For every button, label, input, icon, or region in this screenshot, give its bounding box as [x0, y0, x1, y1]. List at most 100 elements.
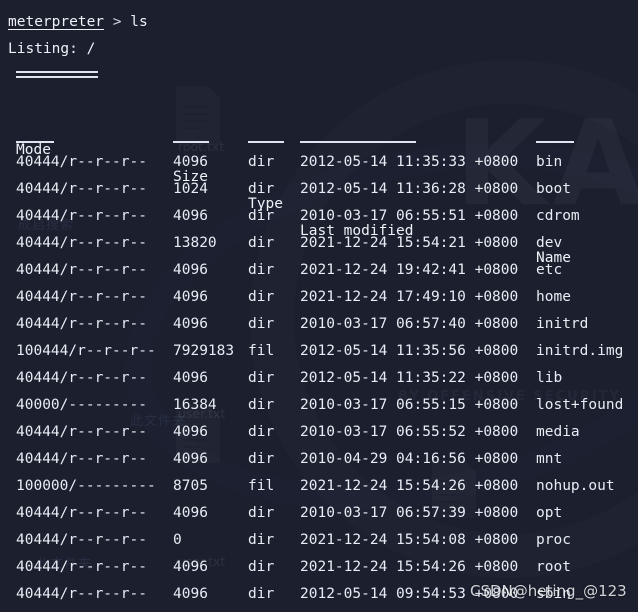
cell-size: 4096 [173, 262, 208, 278]
table-row: 40444/r--r--r-- 4096 dir 2021-12-24 15:54:2… [8, 554, 638, 581]
cell-last-modified: 2010-03-17 06:57:39 +0800 [300, 505, 519, 521]
cell-name: initrd.img [536, 343, 624, 359]
cell-mode: 40444/r--r--r-- [16, 608, 147, 612]
cell-last-modified: 2021-12-24 19:42:41 +0800 [300, 262, 519, 278]
cell-size: 4096 [173, 289, 208, 305]
cell-last-modified: 2012-05-14 11:35:33 +0800 [300, 154, 519, 170]
cell-last-modified: 2012-05-14 11:35:22 +0800 [300, 370, 519, 386]
table-row: 40444/r--r--r-- 4096 dir 2021-12-24 19:42:4… [8, 257, 638, 284]
file-listing-rows: 40444/r--r--r-- 4096 dir 2012-05-14 11:35:3… [8, 149, 638, 612]
entered-command: ls [130, 14, 148, 30]
cell-mode: 40444/r--r--r-- [16, 559, 147, 575]
table-row: 40444/r--r--r-- 4096 dir 2010-03-17 06:57:4… [8, 311, 638, 338]
cell-name: boot [536, 181, 571, 197]
cell-size: 4096 [173, 505, 208, 521]
cell-last-modified: 2010-03-17 06:57:40 +0800 [300, 316, 519, 332]
cell-name: media [536, 424, 580, 440]
cell-name: mnt [536, 451, 563, 467]
cell-mode: 40444/r--r--r-- [16, 424, 147, 440]
table-row: 100444/r--r--r-- 7929183 fil 2012-05-14 11:… [8, 338, 638, 365]
cell-mode: 100444/r--r--r-- [16, 343, 156, 359]
cell-size: 7929183 [173, 343, 235, 359]
cell-size: 4096 [173, 586, 208, 602]
cell-size: 4096 [173, 451, 208, 467]
cell-type: dir [248, 316, 275, 332]
underline-size [173, 141, 209, 143]
prompt-line[interactable]: meterpreter > ls [8, 9, 638, 36]
cell-type: dir [248, 181, 275, 197]
cell-mode: 40444/r--r--r-- [16, 532, 147, 548]
cell-size: 16384 [173, 397, 217, 413]
underline-mode [16, 141, 54, 143]
table-row: 40444/r--r--r-- 4096 dir 2010-03-17 06:55:5… [8, 419, 638, 446]
table-row: 100000/--------- 8705 fil 2021-12-24 15:54:… [8, 473, 638, 500]
cell-mode: 40000/--------- [16, 397, 147, 413]
cell-name: proc [536, 532, 571, 548]
table-row: 40444/r--r--r-- 4096 dir 2012-05-14 11:35:2… [8, 365, 638, 392]
cell-last-modified: 2010-03-17 06:57:38 +0800 [300, 608, 518, 612]
cell-size: 0 [173, 532, 182, 548]
cell-type: dir [248, 289, 275, 305]
cell-name: home [536, 289, 571, 305]
cell-name: dev [536, 235, 563, 251]
cell-size: 4096 [173, 208, 208, 224]
cell-mode: 40444/r--r--r-- [16, 505, 147, 521]
underline-name [536, 141, 574, 143]
scrolled-partial-line: [*] [*] Meterpreter session 1 opened [8, 0, 638, 9]
table-row: 40444/r--r--r-- 4096 dir 2010-04-29 04:16:5… [8, 446, 638, 473]
prompt-separator: > [112, 14, 122, 30]
cell-last-modified: 2021-12-24 17:49:10 +0800 [300, 289, 519, 305]
cell-mode: 40444/r--r--r-- [16, 289, 147, 305]
cell-name: lost+found [536, 397, 624, 413]
underline-type [248, 141, 284, 143]
cell-type: dir [248, 235, 275, 251]
cell-last-modified: 2010-04-29 04:16:56 +0800 [300, 451, 519, 467]
csdn-watermark: CSDN@heting_@123 [470, 582, 627, 600]
cell-name: root [536, 559, 571, 575]
cell-last-modified: 2010-03-17 06:55:15 +0800 [300, 397, 519, 413]
cell-last-modified: 2010-03-17 06:55:51 +0800 [300, 208, 519, 224]
cell-type: dir [248, 262, 275, 278]
cell-type: dir [248, 424, 275, 440]
cell-mode: 40444/r--r--r-- [16, 208, 147, 224]
table-row: 40444/r--r--r-- 4096 dir 2010-03-17 06:57:3… [8, 500, 638, 527]
cell-mode: 40444/r--r--r-- [16, 154, 147, 170]
cell-mode: 40444/r--r--r-- [16, 181, 147, 197]
table-row: 40444/r--r--r-- 4096 dir 2010-03-17 06:55:5… [8, 203, 638, 230]
prompt-host-label: meterpreter [8, 14, 105, 30]
table-row: 40444/r--r--r-- 0 dir 2021-12-24 15:54:08 +… [8, 527, 638, 554]
cell-mode: 40444/r--r--r-- [16, 451, 147, 467]
cell-size: 4096 [173, 608, 208, 612]
table-row: 40444/r--r--r-- 13820 dir 2021-12-24 15:54:… [8, 230, 638, 257]
cell-type: dir [248, 532, 275, 548]
column-header-row: Mode Size Type Last modified Name [8, 110, 638, 266]
terminal-window: KALI BY OFFENSIVE SECURITY 成启搜索 此文件夹 此文件… [0, 0, 638, 612]
cell-type: dir [248, 208, 275, 224]
listing-double-rule [8, 63, 638, 90]
cell-type: dir [248, 154, 275, 170]
cell-type: fil [248, 478, 275, 494]
cell-size: 8705 [173, 478, 208, 494]
table-row: 40444/r--r--r-- 4096 dir 2012-05-14 11:35:3… [8, 149, 638, 176]
cell-type: fil [248, 343, 275, 359]
terminal-output[interactable]: [*] [*] Meterpreter session 1 opened met… [0, 0, 638, 612]
cell-mode: 40444/r--r--r-- [16, 316, 147, 332]
cell-name: bin [536, 154, 563, 170]
table-row: 40000/--------- 16384 dir 2010-03-17 06:55:… [8, 392, 638, 419]
cell-type: dir [248, 505, 275, 521]
cell-last-modified: 2021-12-24 15:54:08 +0800 [300, 532, 519, 548]
column-header-underlines [8, 137, 638, 149]
cell-name: nohup.out [536, 478, 615, 494]
cell-size: 4096 [173, 154, 208, 170]
cell-size: 4096 [173, 424, 208, 440]
cell-last-modified: 2012-05-14 11:36:28 +0800 [300, 181, 519, 197]
table-row: 40444/r--r--r-- 4096 dir 2010-03-17 06:57:3… [8, 608, 638, 612]
cell-mode: 100000/--------- [16, 478, 156, 494]
cell-size: 13820 [173, 235, 217, 251]
cell-type: dir [248, 370, 275, 386]
cell-size: 4096 [173, 316, 208, 332]
cell-type: dir [248, 397, 275, 413]
cell-name: lib [536, 370, 563, 386]
cell-last-modified: 2012-05-14 11:35:56 +0800 [300, 343, 519, 359]
